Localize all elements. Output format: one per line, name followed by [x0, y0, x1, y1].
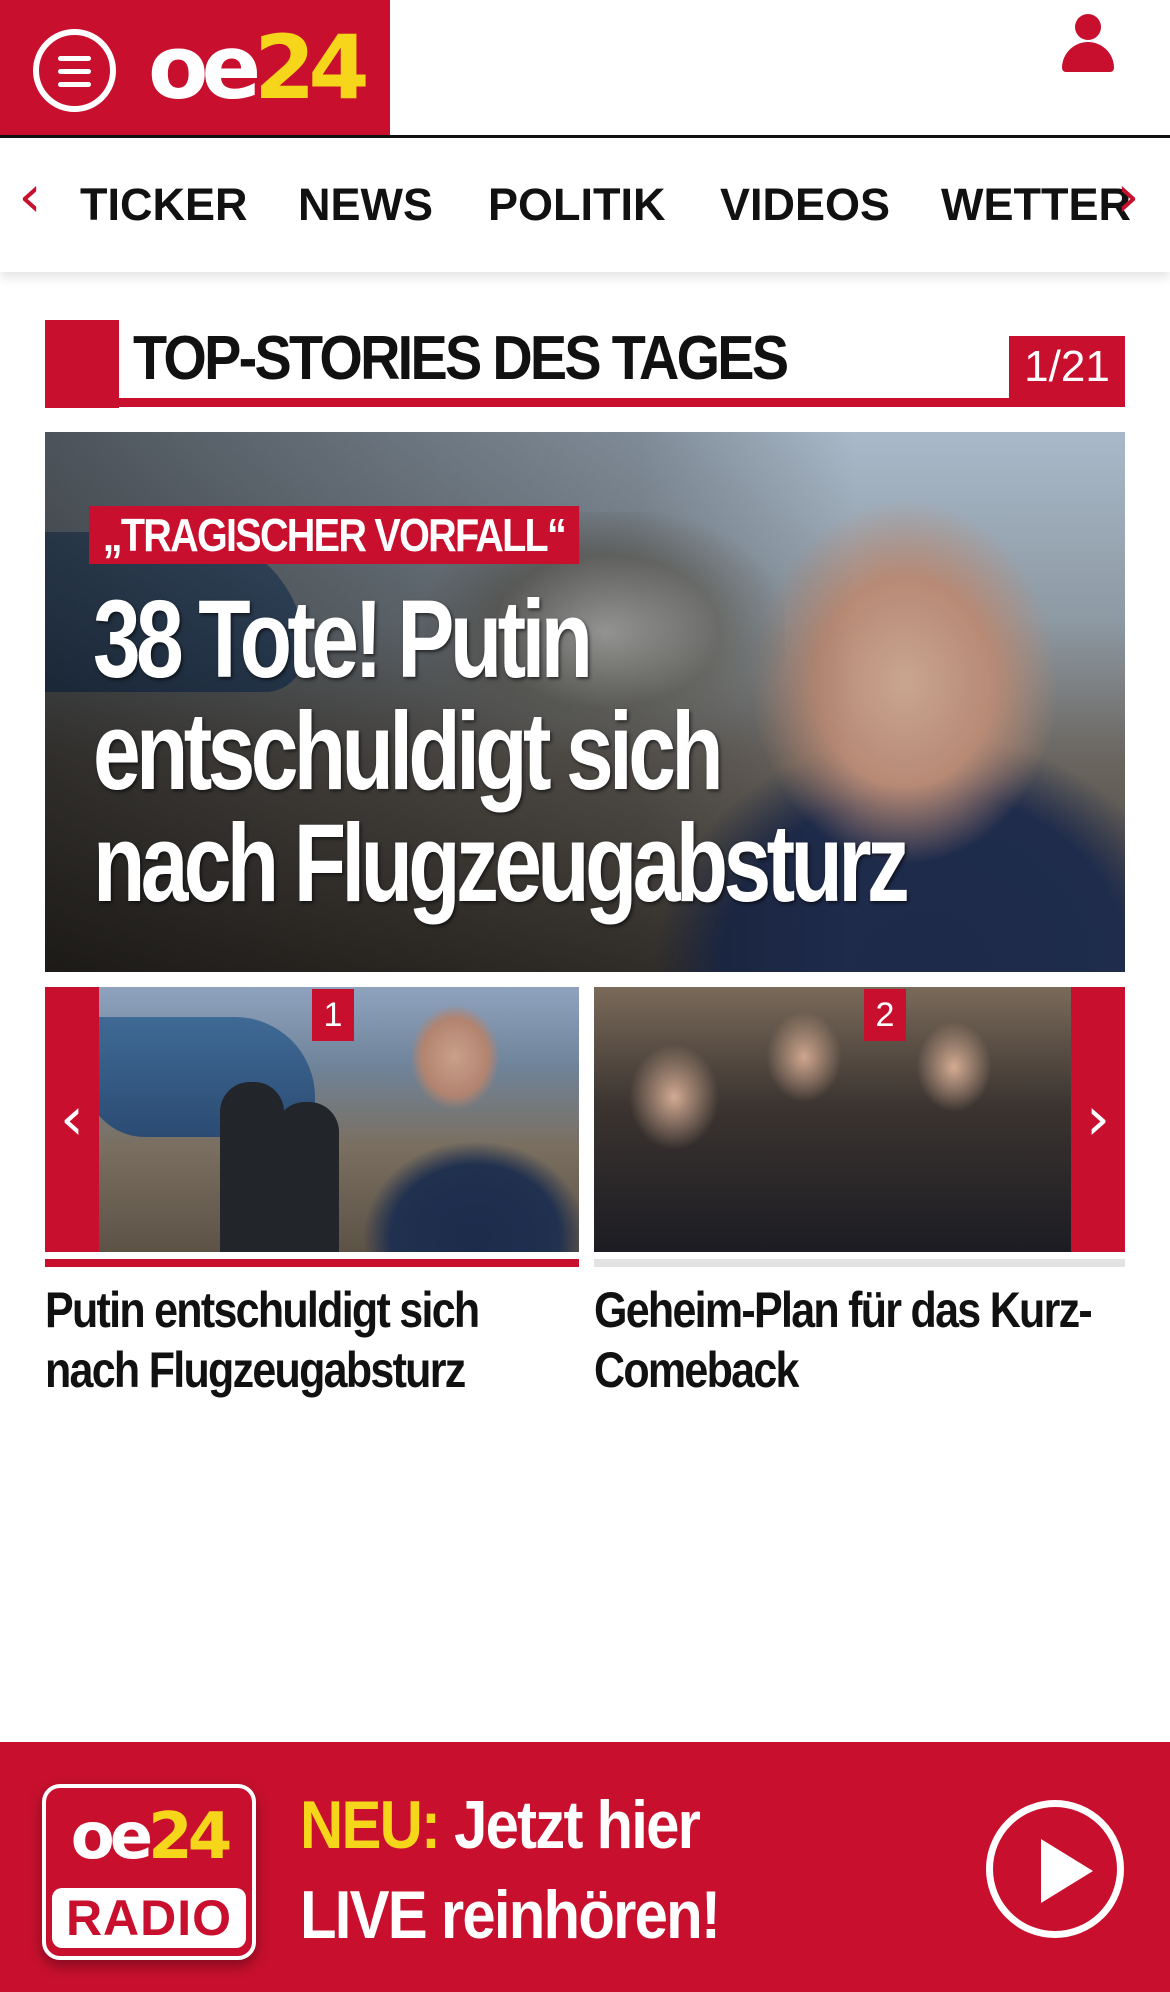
- nav-item-news[interactable]: NEWS: [298, 180, 433, 230]
- section-title: TOP-STORIES DES TAGES: [133, 324, 789, 393]
- category-nav: ‹ TICKER NEWS POLITIK VIDEOS WETTER ›: [0, 138, 1170, 272]
- carousel-story-title-1[interactable]: Putin entschuldigt sich nach Flugzeugabs…: [45, 1280, 561, 1400]
- play-icon[interactable]: [986, 1800, 1124, 1938]
- radio-logo-24: 24: [148, 1800, 232, 1874]
- logo-24: 24: [254, 16, 369, 119]
- section-underline: [45, 398, 1125, 407]
- section-accent: [45, 320, 119, 408]
- site-logo[interactable]: oe24: [148, 16, 370, 119]
- hamburger-menu-icon[interactable]: [33, 29, 116, 112]
- top-stories-header: TOP-STORIES DES TAGES 1/21: [45, 320, 1125, 408]
- carousel-progress-active: [45, 1259, 579, 1267]
- nav-prev-arrow-icon[interactable]: ‹: [10, 166, 50, 226]
- radio-promo-text: NEU: Jetzt hier LIVE reinhören!: [300, 1780, 721, 1960]
- thumb-number-badge: 1: [312, 989, 354, 1041]
- carousel-next-icon[interactable]: ›: [1071, 987, 1125, 1252]
- site-header: oe24: [0, 0, 1170, 138]
- brand-block: oe24: [0, 0, 390, 135]
- radio-banner[interactable]: oe24 RADIO NEU: Jetzt hier LIVE reinhöre…: [0, 1742, 1170, 1992]
- thumb-number-badge: 2: [864, 989, 906, 1041]
- radio-neu-label: NEU:: [300, 1787, 441, 1863]
- nav-item-wetter[interactable]: WETTER: [941, 180, 1131, 230]
- radio-line2: LIVE reinhören!: [300, 1877, 721, 1953]
- stories-carousel: 1 2 ‹ ›: [45, 987, 1125, 1267]
- hero-title-line: 38 Tote! Putin: [93, 578, 593, 701]
- nav-next-arrow-icon[interactable]: ›: [1108, 166, 1148, 226]
- hero-story[interactable]: „TRAGISCHER VORFALL“ 38 Tote! Putin ents…: [45, 432, 1125, 972]
- hero-title: 38 Tote! Putin entschuldigt sich nach Fl…: [93, 578, 910, 925]
- nav-item-videos[interactable]: VIDEOS: [720, 180, 890, 230]
- hero-title-line: entschuldigt sich: [93, 690, 724, 813]
- carousel-progress-inactive: [594, 1259, 1125, 1267]
- story-counter: 1/21: [1009, 336, 1125, 398]
- nav-item-politik[interactable]: POLITIK: [488, 180, 666, 230]
- carousel-thumb-2[interactable]: 2: [594, 987, 1125, 1252]
- radio-logo-oe: oe: [70, 1800, 153, 1874]
- radio-logo-label: RADIO: [52, 1888, 246, 1948]
- nav-item-ticker[interactable]: TICKER: [80, 180, 248, 230]
- carousel-prev-icon[interactable]: ‹: [45, 987, 99, 1252]
- radio-line1: Jetzt hier: [439, 1787, 701, 1863]
- hero-kicker: „TRAGISCHER VORFALL“: [89, 506, 579, 564]
- carousel-story-title-2[interactable]: Geheim-Plan für das Kurz-Comeback: [594, 1280, 1127, 1400]
- user-icon[interactable]: [1062, 14, 1114, 72]
- carousel-thumb-1[interactable]: 1: [45, 987, 579, 1252]
- logo-oe: oe: [148, 16, 261, 119]
- hero-title-line: nach Flugzeugabsturz: [93, 802, 910, 925]
- radio-logo: oe24 RADIO: [42, 1784, 256, 1960]
